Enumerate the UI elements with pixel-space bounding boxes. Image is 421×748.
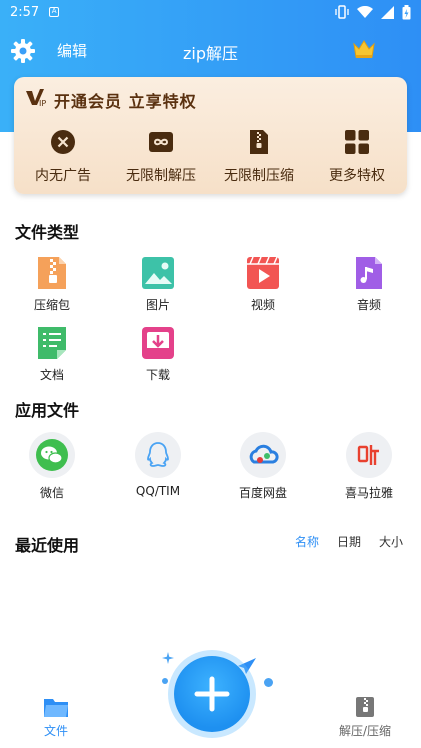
archive-icon bbox=[38, 257, 66, 289]
qq-icon bbox=[147, 442, 169, 467]
perk-label: 无限制解压 bbox=[126, 168, 196, 184]
app-ximalaya[interactable]: 喜马拉雅 bbox=[324, 432, 414, 501]
infinity-icon bbox=[149, 132, 173, 152]
vibrate-icon bbox=[335, 5, 349, 19]
status-time: 2:57 bbox=[10, 4, 40, 20]
perk-more: 更多特权 bbox=[308, 129, 406, 185]
tab-zip-label: 解压/压缩 bbox=[338, 724, 392, 738]
perk-label: 无限制压缩 bbox=[224, 168, 294, 184]
section-title-file-types: 文件类型 bbox=[15, 223, 80, 242]
file-type-archive[interactable]: 压缩包 bbox=[12, 256, 92, 313]
section-title-app-files: 应用文件 bbox=[15, 401, 80, 420]
no-ads-icon bbox=[51, 130, 75, 154]
zip-file-icon bbox=[250, 130, 268, 154]
download-icon bbox=[142, 327, 174, 359]
file-type-label: 下载 bbox=[145, 368, 170, 382]
tab-files-label: 文件 bbox=[43, 724, 68, 738]
app-label: 喜马拉雅 bbox=[344, 486, 393, 500]
vip-perks: 内无广告 无限制解压 无限制压缩 更多特权 bbox=[14, 129, 407, 185]
plus-icon bbox=[194, 676, 230, 712]
vip-headline: 开通会员 立享特权 bbox=[54, 92, 197, 111]
vip-promo-card[interactable]: IP 开通会员 立享特权 内无广告 无限制解压 无限制压缩 更多特权 bbox=[14, 77, 407, 194]
file-type-video[interactable]: 视频 bbox=[223, 256, 303, 313]
zip-file-icon bbox=[356, 697, 374, 717]
image-icon bbox=[142, 257, 174, 289]
status-bar: 2:57 A bbox=[0, 0, 421, 24]
tab-files[interactable]: 文件 bbox=[32, 696, 80, 739]
grid-icon bbox=[345, 130, 369, 154]
crown-icon[interactable] bbox=[352, 38, 376, 60]
wechat-icon bbox=[36, 439, 68, 471]
file-type-image[interactable]: 图片 bbox=[118, 256, 198, 313]
sort-options: 名称 日期 大小 bbox=[295, 533, 403, 550]
app-label: 微信 bbox=[39, 486, 64, 500]
app-baidu-netdisk[interactable]: 百度网盘 bbox=[218, 432, 308, 501]
audio-icon bbox=[356, 257, 382, 289]
sort-by-size[interactable]: 大小 bbox=[379, 533, 403, 550]
add-button[interactable] bbox=[174, 656, 250, 732]
perk-unlimited-compress: 无限制压缩 bbox=[210, 129, 308, 185]
notification-icon: A bbox=[49, 7, 60, 17]
wifi-icon bbox=[357, 5, 373, 18]
app-label: QQ/TIM bbox=[135, 484, 181, 498]
ximalaya-icon bbox=[357, 445, 379, 465]
perk-unlimited-extract: 无限制解压 bbox=[112, 129, 210, 185]
top-bar: 编辑 zip解压 bbox=[0, 30, 421, 70]
perk-label: 内无广告 bbox=[35, 168, 91, 184]
app-qq[interactable]: QQ/TIM bbox=[113, 432, 203, 498]
file-type-download[interactable]: 下载 bbox=[118, 326, 198, 383]
folder-icon bbox=[44, 699, 68, 717]
add-fab-container bbox=[162, 652, 273, 748]
app-icon-circle bbox=[135, 432, 181, 478]
dot-decoration-icon bbox=[162, 678, 168, 684]
tab-extract-compress[interactable]: 解压/压缩 bbox=[330, 696, 400, 739]
sort-by-name[interactable]: 名称 bbox=[295, 533, 319, 550]
vip-badge-icon: IP bbox=[26, 89, 46, 107]
svg-text:IP: IP bbox=[39, 99, 46, 107]
sort-by-date[interactable]: 日期 bbox=[337, 533, 361, 550]
dot-decoration-icon bbox=[264, 678, 273, 687]
app-icon-circle bbox=[346, 432, 392, 478]
file-type-audio[interactable]: 音频 bbox=[329, 256, 409, 313]
file-type-document[interactable]: 文档 bbox=[12, 326, 92, 383]
perk-no-ads: 内无广告 bbox=[14, 129, 112, 185]
video-icon bbox=[247, 256, 279, 289]
file-type-label: 压缩包 bbox=[33, 298, 70, 312]
battery-icon bbox=[402, 4, 411, 19]
app-icon-circle bbox=[29, 432, 75, 478]
app-label: 百度网盘 bbox=[238, 486, 287, 500]
section-title-recent: 最近使用 bbox=[15, 536, 80, 555]
sparkle-icon bbox=[162, 652, 174, 664]
app-icon-circle bbox=[240, 432, 286, 478]
baidu-netdisk-icon bbox=[249, 444, 279, 464]
perk-label: 更多特权 bbox=[329, 168, 385, 184]
file-type-label: 图片 bbox=[145, 298, 170, 312]
signal-icon bbox=[381, 5, 394, 19]
file-type-label: 音频 bbox=[356, 298, 381, 312]
app-wechat[interactable]: 微信 bbox=[7, 432, 97, 501]
document-icon bbox=[38, 327, 66, 359]
file-type-label: 文档 bbox=[39, 368, 64, 382]
file-type-label: 视频 bbox=[250, 298, 275, 312]
